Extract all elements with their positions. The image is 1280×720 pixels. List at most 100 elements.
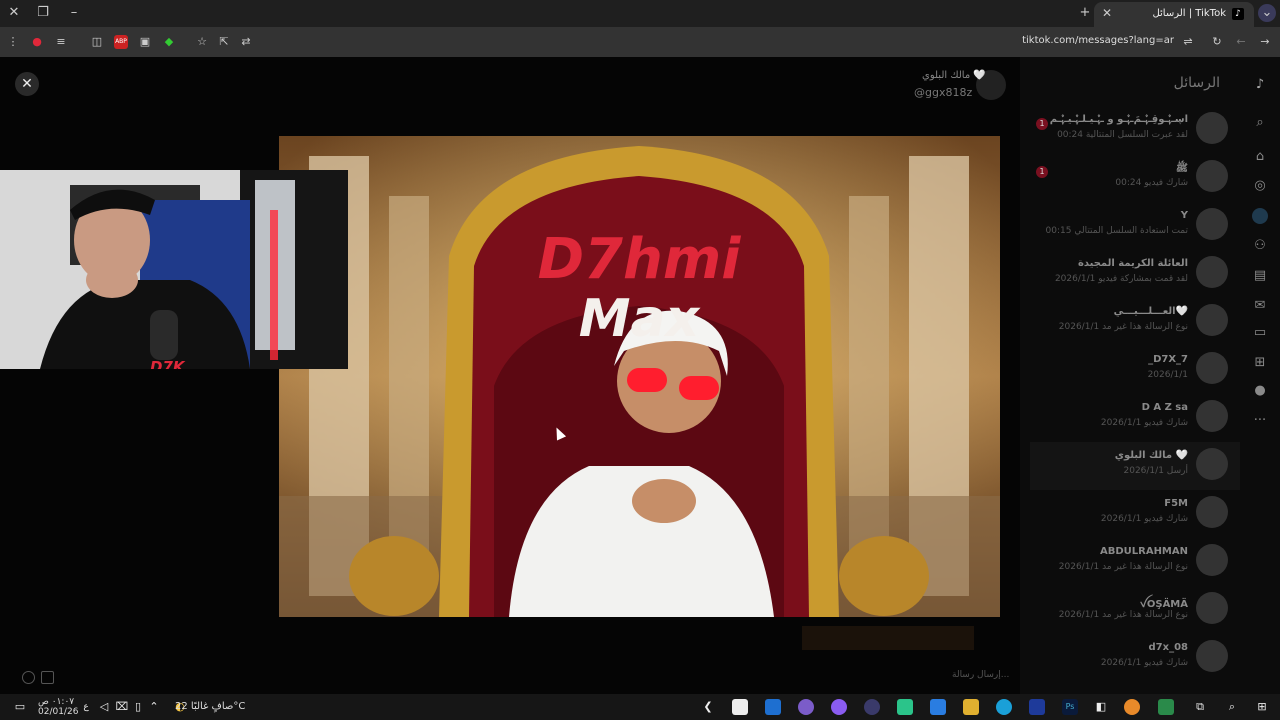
- photoshop-icon[interactable]: Ps: [1062, 699, 1078, 715]
- search-icon[interactable]: ⌕: [1252, 115, 1268, 131]
- app-store-icon[interactable]: [1029, 699, 1045, 715]
- playlist-icon[interactable]: ≡: [54, 35, 68, 49]
- conversation-preview: شارك فيديو 2026/1/1: [1100, 418, 1188, 428]
- chevron-down-icon[interactable]: ⌄: [1258, 4, 1276, 22]
- following-icon[interactable]: ⚇: [1252, 238, 1268, 254]
- more-icon[interactable]: ···: [1252, 413, 1268, 429]
- tab-close-icon[interactable]: ✕: [1102, 6, 1112, 20]
- outlook-icon[interactable]: [765, 699, 781, 715]
- conversation-item[interactable]: العائلة الكريمة المجيدة لقد قمت بمشاركة ف…: [1030, 250, 1240, 298]
- message-input[interactable]: إرسال رسالة...: [952, 670, 1009, 680]
- conversation-preview: نوع الرسالة هذا غير مد 2026/1/1: [1058, 610, 1188, 620]
- message-thumbnail[interactable]: [802, 626, 974, 650]
- image-upload-icon[interactable]: [41, 671, 54, 684]
- inbox-icon[interactable]: ✉: [1252, 298, 1268, 314]
- home-icon[interactable]: ⌂: [1252, 149, 1268, 165]
- extension-icon[interactable]: ●: [30, 35, 44, 49]
- forward-icon[interactable]: ←: [1234, 35, 1248, 49]
- conversation-item[interactable]: F5M شارك فيديو 2026/1/1: [1030, 490, 1240, 538]
- streaming-icon[interactable]: [831, 699, 847, 715]
- bookmark-star-icon[interactable]: ☆: [195, 35, 209, 49]
- conversation-name: العـ‌ــلـ‌ــيـ‌ــي🤍: [1113, 306, 1188, 317]
- vscode-icon[interactable]: [930, 699, 946, 715]
- chat-app-icon[interactable]: [897, 699, 913, 715]
- emoji-icon[interactable]: [22, 671, 35, 684]
- network-icon[interactable]: ⌧: [114, 699, 130, 715]
- conversation-item[interactable]: العـ‌ــلـ‌ــيـ‌ــي🤍 نوع الرسالة هذا غير م…: [1030, 298, 1240, 346]
- tab-tiktok-messages[interactable]: ✕ الرسائل | TikTok ♪: [1094, 2, 1254, 27]
- contact-name[interactable]: مالك البلوي 🤍: [922, 70, 986, 81]
- messages-icon[interactable]: ▭: [1252, 325, 1268, 341]
- back-icon[interactable]: →: [1258, 35, 1272, 49]
- conversation-name: Y: [1180, 210, 1188, 221]
- clock-date: 02/01/26: [38, 707, 79, 717]
- translate-icon[interactable]: ⇄: [239, 35, 253, 49]
- reload-icon[interactable]: ↻: [1210, 35, 1224, 49]
- tiktok-logo-icon[interactable]: ♪: [1252, 77, 1268, 93]
- nvidia-icon[interactable]: [1158, 699, 1174, 715]
- windows-taskbar: ▭ ٠١:٠٧ ص 02/01/26 ع ◁ ⌧ ▯ ⌃ ◐ صافٍ غالب…: [0, 694, 1280, 720]
- conversation-item[interactable]: ﷺ شارك فيديو 00:24 1: [1030, 154, 1240, 202]
- notepad-icon[interactable]: [732, 699, 748, 715]
- new-tab-icon[interactable]: +: [1076, 4, 1094, 22]
- minimize-window-icon[interactable]: –: [65, 4, 83, 22]
- app-back-icon[interactable]: ❮: [700, 699, 716, 715]
- upload-icon[interactable]: ⊞: [1252, 355, 1268, 371]
- image-title-line1: D7hmi: [538, 227, 742, 292]
- avatar: [1196, 160, 1228, 192]
- wallet-icon[interactable]: ▣: [138, 35, 152, 49]
- close-viewer-button[interactable]: ✕: [15, 72, 39, 96]
- conversation-item[interactable]: ꪜOŞÄMÄ نوع الرسالة هذا غير مد 2026/1/1: [1030, 586, 1240, 634]
- live-icon[interactable]: ▤: [1252, 268, 1268, 284]
- start-icon[interactable]: ⊞: [1254, 699, 1270, 715]
- conversation-item[interactable]: Y تمت استعادة السلسل المتتالي 00:15: [1030, 202, 1240, 250]
- profile-icon[interactable]: ●: [1252, 383, 1268, 399]
- language-indicator[interactable]: ع: [78, 699, 94, 715]
- message-input-bar: إرسال رسالة...: [0, 662, 1020, 692]
- volume-icon[interactable]: ◁: [96, 699, 112, 715]
- adblock-icon[interactable]: ABP: [114, 35, 128, 49]
- media-icon[interactable]: [864, 699, 880, 715]
- close-window-icon[interactable]: ✕: [5, 4, 23, 22]
- clock-time: ٠١:٠٧ ص: [38, 697, 75, 707]
- capcut-icon[interactable]: ◧: [1093, 699, 1109, 715]
- unread-badge: 1: [1036, 118, 1048, 130]
- battery-icon[interactable]: ▯: [130, 699, 146, 715]
- chrome-icon[interactable]: [1124, 699, 1140, 715]
- shield-icon[interactable]: ◆: [162, 35, 176, 49]
- avatar: [1196, 448, 1228, 480]
- conversation-item[interactable]: D A Z sa شارك فيديو 2026/1/1: [1030, 394, 1240, 442]
- weather-text[interactable]: صافٍ غالبًا 22°C: [175, 701, 245, 712]
- file-explorer-icon[interactable]: [963, 699, 979, 715]
- conversation-preview: شارك فيديو 2026/1/1: [1100, 658, 1188, 668]
- site-settings-icon[interactable]: ⇌: [1181, 35, 1195, 49]
- conversation-item[interactable]: اڛـﮩ۫ـﻮقِـﮩ۫ـﻢَـﮩ۫ـﻮ و ـﮩ۫ـﯿـﻠـﮩ۫ـﻴـﮩ۫ـﻢ…: [1030, 106, 1240, 154]
- conversation-name: d7x_08: [1148, 642, 1188, 653]
- share-icon[interactable]: ⇱: [217, 35, 231, 49]
- address-bar[interactable]: tiktok.com/messages?lang=ar: [1022, 35, 1174, 46]
- tray-chevron-icon[interactable]: ⌃: [146, 699, 162, 715]
- notification-icon[interactable]: ▭: [12, 699, 28, 715]
- avatar[interactable]: [1252, 208, 1268, 224]
- conversation-preview: لقد عبرت السلسل المتتالية 00:24: [1057, 130, 1188, 140]
- webcam-feed: [0, 170, 348, 369]
- extensions-puzzle-icon[interactable]: ◫: [90, 35, 104, 49]
- webcam-logo: D7K: [150, 358, 185, 369]
- edge-icon[interactable]: [996, 699, 1012, 715]
- task-view-icon[interactable]: ⧉: [1192, 699, 1208, 715]
- conversation-item[interactable]: d7x_08 شارك فيديو 2026/1/1: [1030, 634, 1240, 682]
- clock[interactable]: ٠١:٠٧ ص 02/01/26: [38, 697, 78, 717]
- avatar: [1196, 352, 1228, 384]
- conversation-item[interactable]: ABDULRAHMAN نوع الرسالة هذا غير مد 2026/1…: [1030, 538, 1240, 586]
- conversation-name: ABDULRAHMAN: [1099, 546, 1188, 557]
- menu-dots-icon[interactable]: ⋮: [6, 35, 20, 49]
- restore-window-icon[interactable]: ❐: [34, 4, 52, 22]
- shared-image[interactable]: D7hmi Max: [279, 136, 1000, 617]
- search-icon[interactable]: ⌕: [1224, 699, 1240, 715]
- app-icon[interactable]: [798, 699, 814, 715]
- conversation-item[interactable]: مالك البلوي 🤍 أرسل 2026/1/1: [1030, 442, 1240, 490]
- avatar: [1196, 592, 1228, 624]
- explore-icon[interactable]: ◎: [1252, 178, 1268, 194]
- conversation-item[interactable]: _D7X_7 2026/1/1: [1030, 346, 1240, 394]
- page-content: ♪ ⌕ ⌂ ◎ ⚇ ▤ ✉ ▭ ⊞ ● ··· الرسائل اڛـﮩ۫ـﻮق…: [0, 57, 1280, 694]
